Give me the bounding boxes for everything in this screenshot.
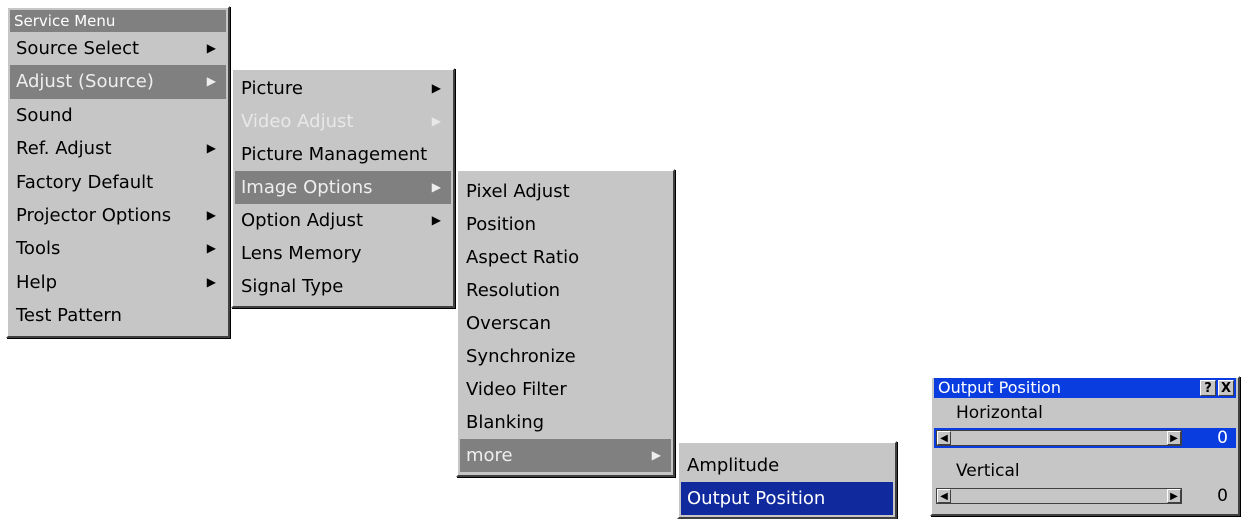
image-options-submenu: Pixel Adjust Position Aspect Ratio Resol… [456,169,675,477]
menu-item-pixel-adjust[interactable]: Pixel Adjust [460,175,671,208]
menu-item-lens-memory[interactable]: Lens Memory [235,237,451,270]
slider-right-arrow-icon[interactable]: ▶ [1167,431,1181,445]
menu-item-aspect-ratio[interactable]: Aspect Ratio [460,241,671,274]
menu-item-overscan[interactable]: Overscan [460,307,671,340]
help-icon[interactable]: ? [1200,380,1216,396]
chevron-right-icon: ▶ [206,41,216,55]
chevron-right-icon: ▶ [206,274,216,289]
vertical-slider-row[interactable]: ◀ ▶ 0 [934,486,1236,506]
horizontal-label: Horizontal [956,403,1043,423]
menu-item-ref-adjust[interactable]: Ref. Adjust ▶ [10,132,226,165]
menu-item-output-position[interactable]: Output Position [681,482,893,515]
menu-item-picture-management[interactable]: Picture Management [235,138,451,171]
adjust-submenu: Picture ▶ Video Adjust ▶ Picture Managem… [231,68,455,308]
menu-item-picture[interactable]: Picture ▶ [235,72,451,105]
chevron-right-icon: ▶ [431,114,441,128]
menu-item-signal-type[interactable]: Signal Type [235,270,451,303]
menu-item-image-options[interactable]: Image Options ▶ [235,171,451,204]
menu-item-factory-default[interactable]: Factory Default [10,166,226,199]
menu-item-position[interactable]: Position [460,208,671,241]
menu-item-synchronize[interactable]: Synchronize [460,340,671,373]
chevron-right-icon: ▶ [431,180,441,194]
slider-left-arrow-icon[interactable]: ◀ [937,489,951,503]
service-menu: Service Menu Source Select ▶ Adjust (Sou… [6,6,230,338]
menu-item-option-adjust[interactable]: Option Adjust ▶ [235,204,451,237]
vertical-label: Vertical [956,461,1020,481]
chevron-right-icon: ▶ [206,241,216,256]
menu-item-blanking[interactable]: Blanking [460,406,671,439]
horizontal-slider-row[interactable]: ◀ ▶ 0 [934,428,1236,448]
menu-item-tools[interactable]: Tools ▶ [10,232,226,265]
chevron-right-icon: ▶ [431,81,441,95]
dialog-title-bar: Output Position ? X [934,378,1236,398]
chevron-right-icon: ▶ [651,448,661,462]
slider-right-arrow-icon[interactable]: ▶ [1167,489,1181,503]
menu-item-projector-options[interactable]: Projector Options ▶ [10,199,226,232]
chevron-right-icon: ▶ [206,141,216,156]
service-menu-title: Service Menu [10,10,226,32]
menu-item-amplitude[interactable]: Amplitude [681,449,893,482]
menu-item-adjust-source[interactable]: Adjust (Source) ▶ [10,65,226,99]
dialog-title: Output Position [938,378,1061,397]
menu-item-sound[interactable]: Sound [10,99,226,132]
menu-item-video-adjust[interactable]: Video Adjust ▶ [235,105,451,138]
chevron-right-icon: ▶ [206,207,216,222]
menu-item-resolution[interactable]: Resolution [460,274,671,307]
menu-item-source-select[interactable]: Source Select ▶ [10,32,226,65]
chevron-right-icon: ▶ [206,74,216,89]
horizontal-slider[interactable]: ◀ ▶ [936,430,1182,446]
menu-item-help[interactable]: Help ▶ [10,266,226,299]
vertical-slider[interactable]: ◀ ▶ [936,488,1182,504]
menu-item-video-filter[interactable]: Video Filter [460,373,671,406]
horizontal-value: 0 [1217,428,1228,448]
output-position-dialog: Output Position ? X Horizontal ◀ ▶ 0 Ver… [930,376,1240,516]
chevron-right-icon: ▶ [431,213,441,227]
vertical-value: 0 [1217,486,1228,506]
menu-item-more[interactable]: more ▶ [460,439,671,472]
slider-left-arrow-icon[interactable]: ◀ [937,431,951,445]
menu-item-test-pattern[interactable]: Test Pattern [10,299,226,332]
more-submenu: Amplitude Output Position [677,441,897,519]
close-icon[interactable]: X [1218,380,1234,396]
